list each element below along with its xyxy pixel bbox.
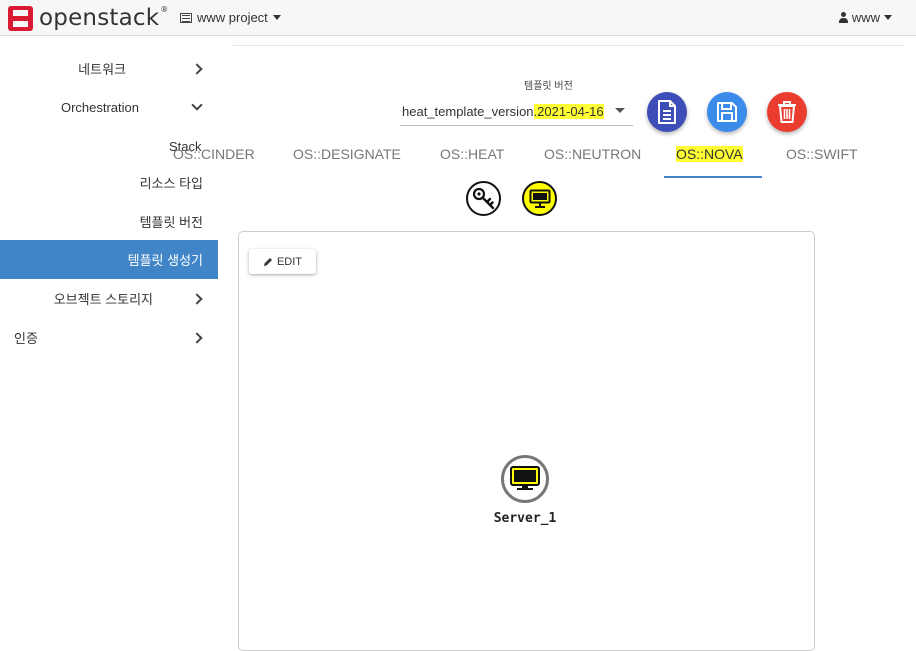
top-navbar: openstack® www project www — [0, 0, 916, 36]
sidebar-item-identity[interactable]: 인증 — [0, 318, 218, 357]
sidebar-item-label: 템플릿 생성기 — [127, 253, 203, 268]
document-icon — [658, 100, 676, 124]
sidebar-item-label: 오브젝트 스토리지 — [53, 292, 153, 307]
tab-os-neutron[interactable]: OS::NEUTRON — [544, 146, 641, 162]
chevron-down-icon — [191, 99, 203, 111]
chevron-right-icon — [191, 331, 203, 344]
sidebar-item-object-storage[interactable]: 오브젝트 스토리지 — [0, 279, 218, 318]
server-icon — [529, 189, 550, 208]
openstack-logo[interactable]: openstack® — [8, 5, 168, 31]
template-canvas[interactable]: EDIT Server_1 — [238, 231, 815, 651]
openstack-logo-icon — [8, 5, 33, 31]
view-template-button[interactable] — [647, 92, 687, 132]
tab-os-nova[interactable]: OS::NOVA — [676, 146, 743, 162]
tab-os-designate[interactable]: OS::DESIGNATE — [293, 146, 401, 162]
chevron-down-icon — [272, 15, 281, 20]
save-template-button[interactable] — [707, 92, 747, 132]
chevron-down-icon — [615, 108, 625, 113]
active-tab-indicator — [664, 176, 762, 178]
sidebar-item-network[interactable]: 네트워크 — [0, 49, 218, 88]
brand-name: openstack® — [39, 5, 169, 31]
header-divider — [233, 45, 904, 46]
template-version-label: 템플릿 버전 — [524, 81, 573, 92]
template-version-select[interactable]: heat_template_version.2021-04-16 — [400, 98, 633, 126]
keypair-resource-button[interactable] — [466, 181, 501, 216]
sidebar-item-resource-types[interactable]: 리소스 타입 — [0, 163, 218, 202]
sidebar-item-label: Orchestration — [60, 100, 139, 115]
user-menu[interactable]: www — [838, 10, 892, 25]
tab-os-swift[interactable]: OS::SWIFT — [786, 146, 858, 162]
server-node-label: Server_1 — [493, 511, 557, 526]
server-icon — [510, 466, 540, 490]
save-icon — [717, 102, 737, 122]
sidebar-item-template-versions[interactable]: 템플릿 버전 — [0, 202, 218, 241]
chevron-right-icon — [191, 292, 203, 305]
delete-template-button[interactable] — [767, 92, 807, 132]
user-name: www — [851, 10, 880, 25]
project-list-icon — [180, 12, 192, 23]
edit-button-label: EDIT — [276, 255, 303, 268]
sidebar-item-template-generator[interactable]: 템플릿 생성기 — [0, 240, 218, 279]
sidebar: 네트워크 Orchestration 리소스 타입 템플릿 버전 템플릿 생성기… — [0, 36, 218, 633]
tab-os-cinder[interactable]: OS::CINDER — [173, 146, 255, 162]
server-node[interactable] — [501, 455, 549, 503]
sidebar-item-label: 템플릿 버전 — [139, 215, 203, 230]
project-switcher[interactable]: www project — [180, 10, 281, 25]
server-resource-button[interactable] — [522, 181, 557, 216]
key-icon — [472, 187, 494, 209]
pencil-icon — [263, 257, 272, 266]
sidebar-item-label: 리소스 타입 — [139, 176, 203, 191]
user-icon — [838, 12, 848, 23]
chevron-right-icon — [191, 62, 203, 75]
tab-os-heat[interactable]: OS::HEAT — [440, 146, 504, 162]
sidebar-item-orchestration[interactable]: Orchestration — [0, 88, 218, 127]
trash-icon — [778, 101, 796, 123]
edit-button[interactable]: EDIT — [249, 249, 316, 274]
sidebar-item-label: 인증 — [14, 331, 38, 346]
sidebar-item-label: 네트워크 — [78, 62, 126, 77]
chevron-down-icon — [884, 15, 892, 20]
project-name: www project — [197, 10, 268, 25]
template-version-value: heat_template_version.2021-04-16 — [402, 104, 604, 119]
